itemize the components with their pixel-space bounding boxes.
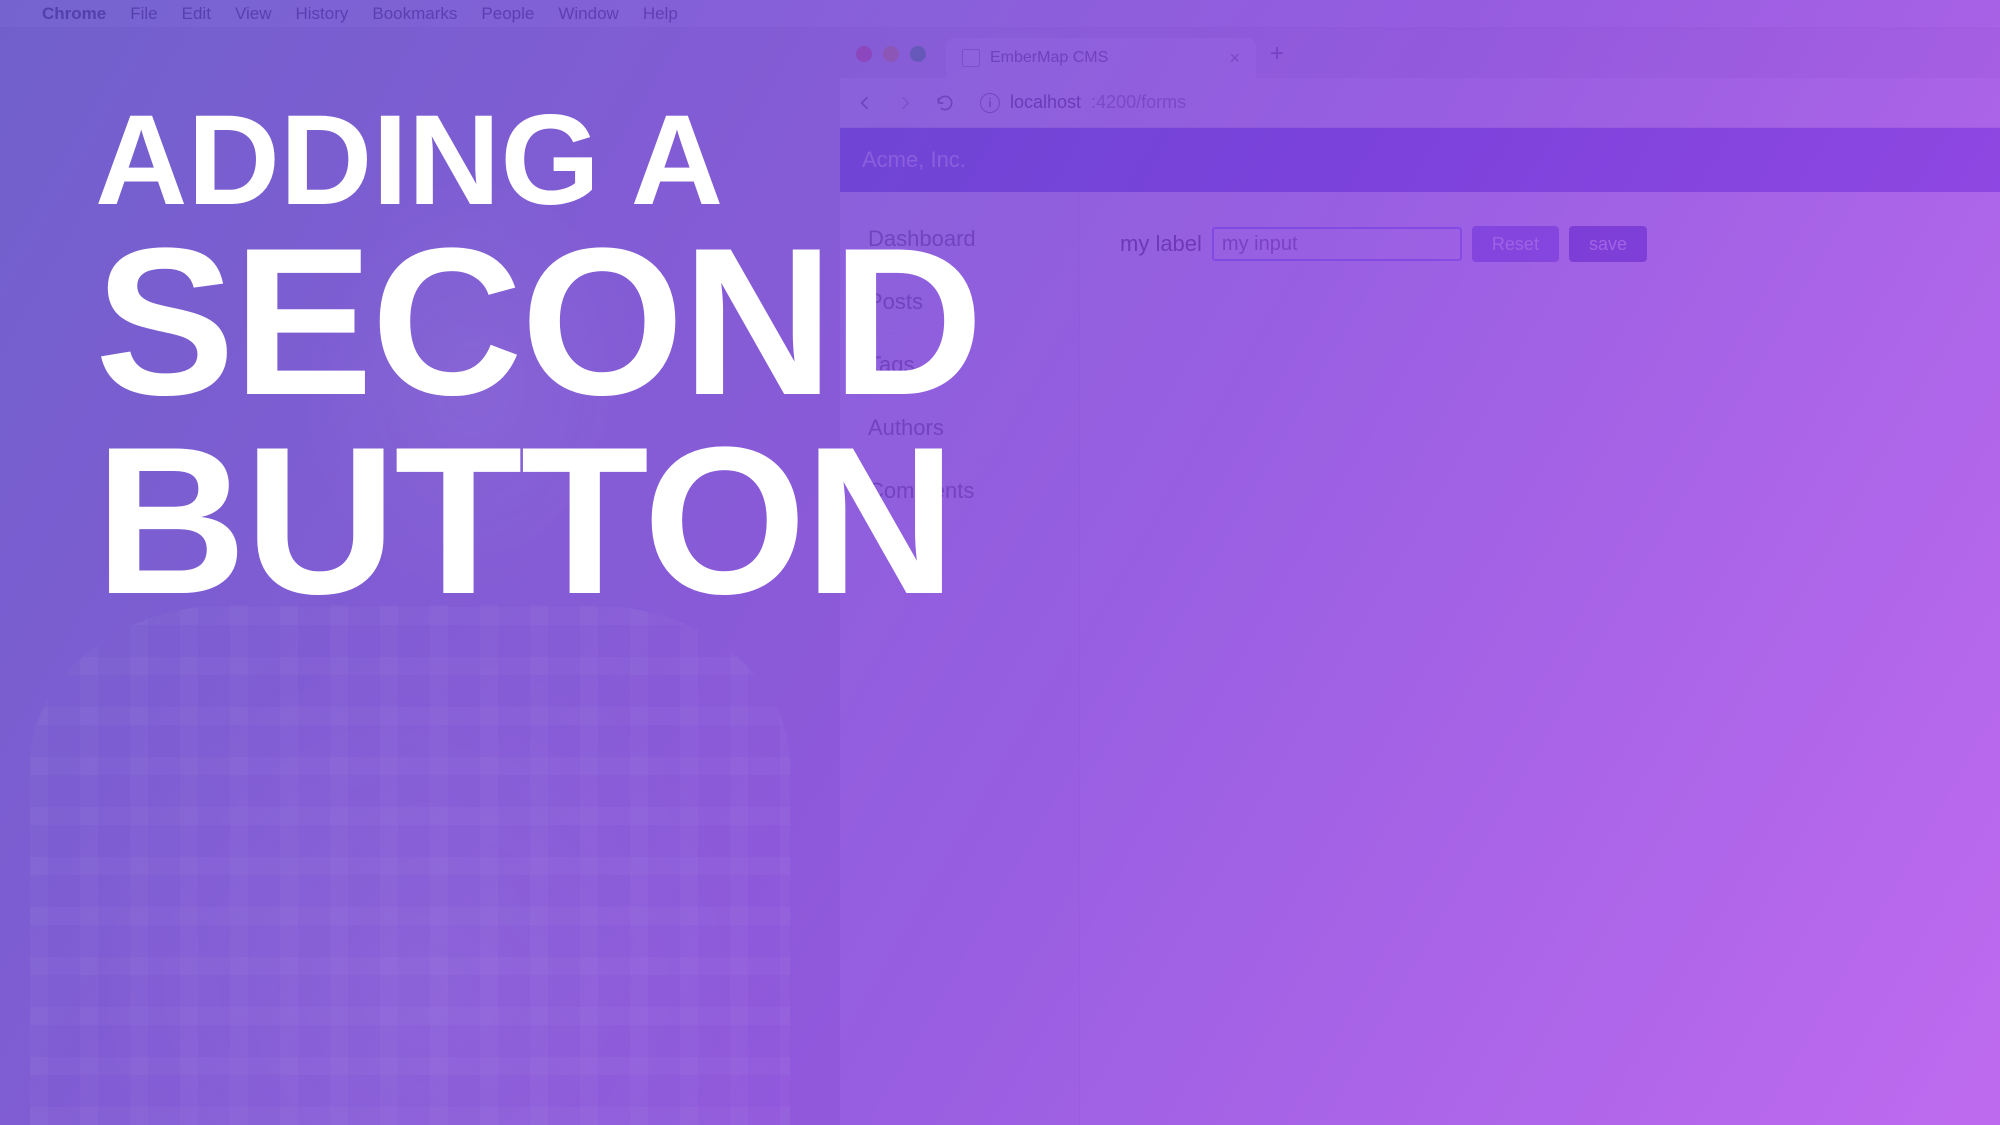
video-title: ADDING A SECOND BUTTON bbox=[95, 100, 981, 621]
title-line-3: BUTTON bbox=[95, 421, 981, 621]
title-line-2: SECOND bbox=[95, 222, 981, 422]
